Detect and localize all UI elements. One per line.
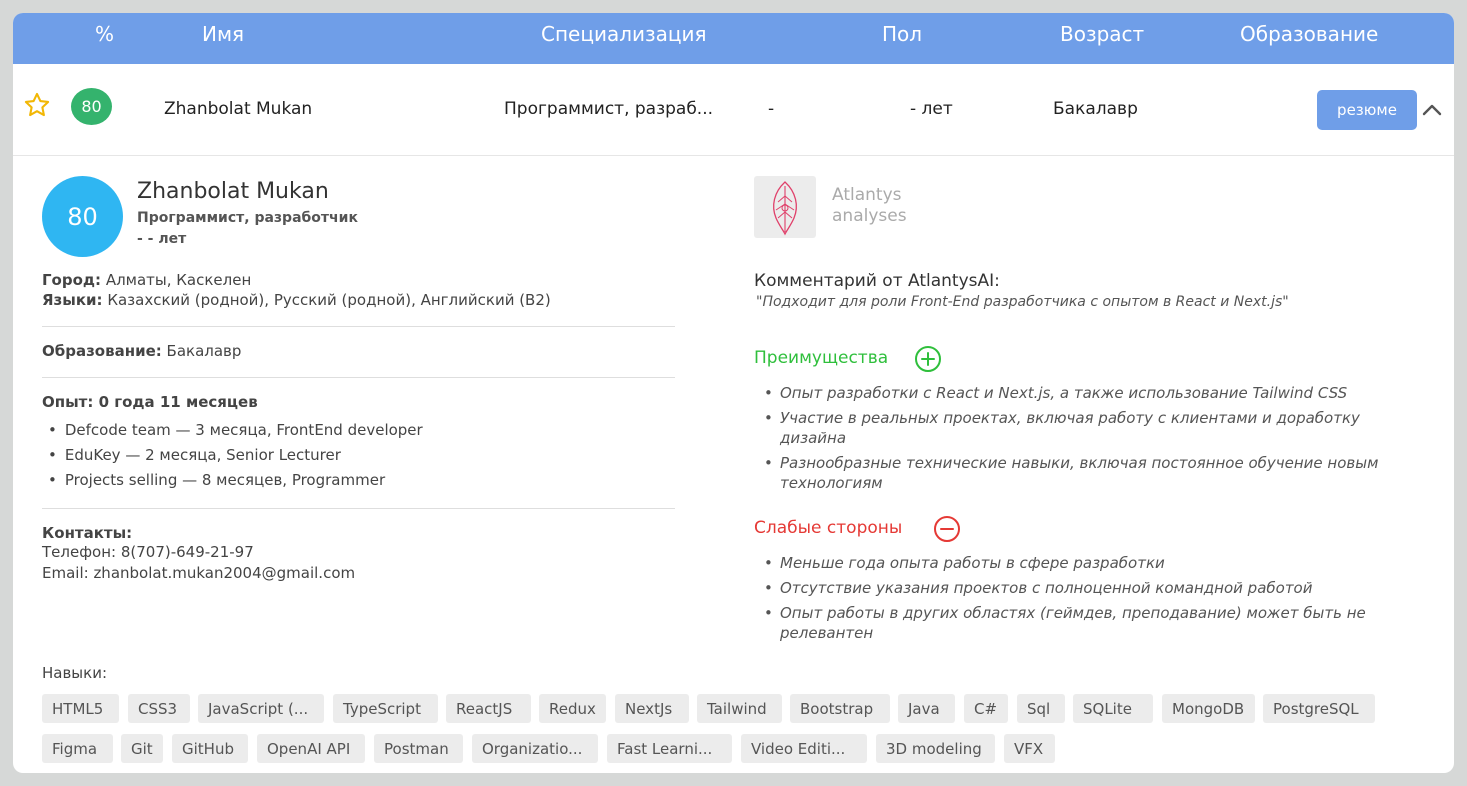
city-label: Город: [42,271,102,289]
skill-chip: Redux [539,694,606,723]
skill-chip: Sql [1017,694,1065,723]
skill-chip: Organizatio... [472,734,598,763]
match-score-badge: 80 [71,88,112,125]
divider [42,508,675,509]
header-gender[interactable]: Пол [882,22,922,46]
logo-line-2: analyses [832,206,907,226]
candidate-education: Бакалавр [1053,99,1138,119]
comment-text: "Подходит для роли Front-End разработчик… [756,294,1289,310]
city-value: Алматы, Каскелен [105,271,252,289]
divider [42,326,675,327]
skill-chip: HTML5 [42,694,119,723]
skill-chip: Bootstrap [790,694,890,723]
skill-chip: GitHub [172,734,248,763]
skill-chip: ReactJS [446,694,531,723]
skill-chip: Postman [374,734,463,763]
skill-chip: Video Editi... [741,734,867,763]
experience-item: Projects selling — 8 месяцев, Programmer [48,471,423,496]
experience-title: Опыт: 0 года 11 месяцев [42,393,258,411]
candidate-row[interactable]: 80 Zhanbolat Mukan Программист, разраб..… [13,64,1454,156]
skill-chip: PostgreSQL [1263,694,1375,723]
skill-chip: C# [964,694,1008,723]
skill-chip: SQLite [1073,694,1153,723]
contacts-label: Контакты: [42,524,133,542]
skill-chip: JavaScript (... [198,694,324,723]
profile-age: - - лет [137,231,187,247]
pros-item: Участие в реальных проектах, включая раб… [761,408,1421,448]
skill-chip: OpenAI API [257,734,365,763]
email[interactable]: Email: zhanbolat.mukan2004@gmail.com [42,564,355,582]
education-value: Бакалавр [166,342,242,360]
cons-list: Меньше года опыта работы в сфере разрабо… [761,553,1421,648]
pros-item: Опыт разработки с React и Next.js, а так… [761,383,1421,403]
cons-title: Слабые стороны [754,518,903,538]
atlantys-logo-icon [773,181,797,236]
minus-circle-icon [934,516,960,542]
plus-circle-icon [915,346,941,372]
languages-line: Языки: Казахский (родной), Русский (родн… [42,291,551,309]
star-icon[interactable] [23,91,51,119]
candidate-gender: - [768,99,775,119]
candidate-name: Zhanbolat Mukan [164,99,313,119]
skill-chip: Fast Learni... [607,734,732,763]
atlantys-logo [754,176,816,238]
candidate-age: - лет [910,99,953,119]
experience-list: Defcode team — 3 месяца, FrontEnd develo… [48,421,423,496]
pros-list: Опыт разработки с React и Next.js, а так… [761,383,1421,498]
cons-item: Меньше года опыта работы в сфере разрабо… [761,553,1421,573]
profile-name: Zhanbolat Mukan [137,179,329,204]
skill-chip: VFX [1004,734,1055,763]
profile-specialization: Программист, разработчик [137,210,358,226]
skill-chip: Git [121,734,163,763]
experience-item: EduKey — 2 месяца, Senior Lecturer [48,446,423,471]
candidate-specialization: Программист, разраб... [504,99,714,119]
header-specialization[interactable]: Специализация [541,22,707,46]
header-name[interactable]: Имя [202,22,244,46]
skill-chip: 3D modeling [876,734,995,763]
resume-button[interactable]: резюме [1317,90,1417,130]
pros-item: Разнообразные технические навыки, включа… [761,453,1421,493]
candidate-panel: % Имя Специализация Пол Возраст Образова… [13,13,1454,773]
skill-chip: Tailwind [697,694,782,723]
languages-label: Языки: [42,291,103,309]
skill-chip: CSS3 [128,694,190,723]
cons-item: Отсутствие указания проектов с полноценн… [761,578,1421,598]
profile-score: 80 [42,176,123,257]
skill-chip: Figma [42,734,113,763]
skill-chip: NextJs [615,694,689,723]
header-education[interactable]: Образование [1240,22,1378,46]
skill-chip: MongoDB [1162,694,1255,723]
education-label: Образование: [42,342,162,360]
pros-title: Преимущества [754,348,889,368]
header-percent[interactable]: % [95,22,114,46]
languages-value: Казахский (родной), Русский (родной), Ан… [107,291,551,309]
skill-chip: Java [898,694,955,723]
logo-line-1: Atlantys [832,185,902,205]
experience-item: Defcode team — 3 месяца, FrontEnd develo… [48,421,423,446]
divider [42,377,675,378]
phone[interactable]: Телефон: 8(707)-649-21-97 [42,543,254,561]
cons-item: Опыт работы в других областях (геймдев, … [761,603,1421,643]
chevron-up-icon[interactable] [1420,99,1444,119]
skills-label: Навыки: [42,664,108,682]
comment-title: Комментарий от AtlantysAI: [754,271,1000,291]
table-header: % Имя Специализация Пол Возраст Образова… [13,13,1454,64]
city-line: Город: Алматы, Каскелен [42,271,251,289]
skill-chip: TypeScript [333,694,438,723]
education-line: Образование: Бакалавр [42,342,241,360]
logo-text: Atlantys analyses [832,185,907,227]
header-age[interactable]: Возраст [1060,22,1144,46]
